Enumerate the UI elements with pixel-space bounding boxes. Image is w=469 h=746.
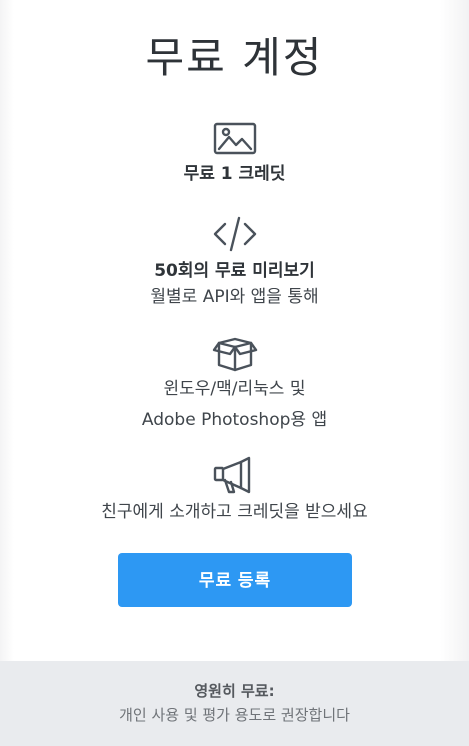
feature-bold-text: 50회의 무료 미리보기 xyxy=(154,261,315,281)
footer-bold-text: 영원히 무료: xyxy=(194,682,275,700)
page-title: 무료 계정 xyxy=(145,33,324,82)
feature-text: 친구에게 소개하고 크레딧을 받으세요 xyxy=(101,502,368,522)
free-signup-button[interactable]: 무료 등록 xyxy=(118,553,352,607)
feature-text: 윈도우/맥/리눅스 및 xyxy=(163,379,306,399)
footer-text: 개인 사용 및 평가 용도로 권장합니다 xyxy=(119,706,350,724)
free-account-card: 무료 계정 무료 1 크레딧 50회의 무료 미리보기 월별로 API와 앱을 … xyxy=(0,0,469,746)
footer-note: 영원히 무료: 개인 사용 및 평가 용도로 권장합니다 xyxy=(0,661,469,746)
feature-text: Adobe Photoshop용 앱 xyxy=(141,410,328,430)
feature-free-credit: 무료 1 크레딧 xyxy=(0,120,469,186)
feature-bold-text: 무료 1 크레딧 xyxy=(183,164,286,184)
feature-text: 월별로 API와 앱을 통해 xyxy=(150,287,319,307)
feature-free-previews: 50회의 무료 미리보기 월별로 API와 앱을 통해 xyxy=(0,214,469,311)
image-icon xyxy=(211,120,259,160)
code-icon xyxy=(211,214,259,254)
box-icon xyxy=(211,333,259,373)
feature-referral: 친구에게 소개하고 크레딧을 받으세요 xyxy=(0,456,469,526)
feature-desktop-apps: 윈도우/맥/리눅스 및 Adobe Photoshop용 앱 xyxy=(0,333,469,434)
megaphone-icon xyxy=(211,456,259,496)
